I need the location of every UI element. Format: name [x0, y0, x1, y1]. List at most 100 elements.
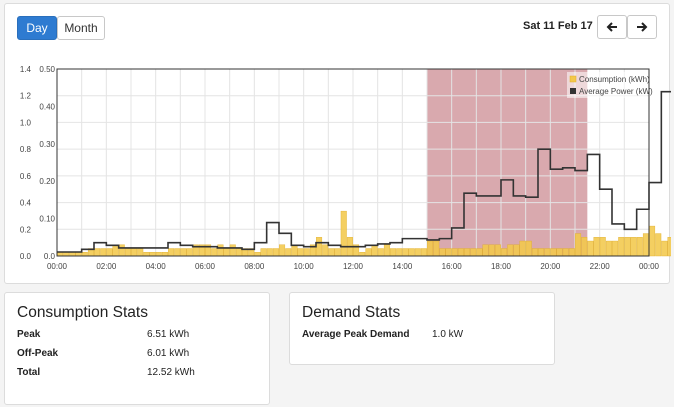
- consumption-bar: [229, 244, 236, 257]
- consumption-bar: [371, 244, 378, 257]
- stat-value: 12.52 kWh: [147, 367, 195, 378]
- consumption-bar: [396, 248, 403, 257]
- consumption-stats-title: Consumption Stats: [17, 304, 148, 321]
- consumption-bar: [507, 244, 514, 257]
- consumption-bar: [383, 244, 390, 257]
- consumption-bar: [408, 248, 415, 257]
- consumption-bar: [328, 248, 335, 257]
- x-tick-label: 20:00: [540, 262, 561, 271]
- legend-consumption-swatch: [569, 75, 577, 83]
- consumption-bar: [661, 240, 668, 257]
- consumption-bar: [494, 244, 501, 257]
- left-tick-label: 0.2: [20, 225, 32, 234]
- consumption-bar: [69, 252, 76, 257]
- consumption-bar: [322, 244, 329, 257]
- left-tick-label: 1.0: [20, 118, 32, 127]
- consumption-bar: [118, 244, 125, 257]
- x-tick-label: 04:00: [146, 262, 167, 271]
- consumption-bar: [365, 248, 372, 257]
- consumption-bar: [402, 248, 409, 257]
- consumption-power-chart: 00:00 02:00 04:00 06:00 08:00 10:00 12:00 14:00…: [20, 65, 671, 271]
- consumption-bar: [137, 248, 144, 257]
- left-tick-label: 0.0: [20, 252, 32, 261]
- consumption-bar: [525, 240, 532, 257]
- consumption-bar: [445, 248, 452, 257]
- consumption-bar: [57, 252, 64, 257]
- consumption-bar: [124, 248, 131, 257]
- consumption-bar: [470, 248, 477, 257]
- consumption-bar: [439, 248, 446, 257]
- consumption-bar: [501, 248, 508, 257]
- consumption-bar: [414, 248, 421, 257]
- consumption-bar: [451, 248, 458, 257]
- consumption-bar: [106, 248, 113, 257]
- consumption-bar: [599, 237, 606, 257]
- right-tick-label: 0.30: [39, 140, 55, 149]
- consumption-bar: [254, 252, 261, 257]
- right-tick-label: 0.20: [39, 177, 55, 186]
- consumption-bar: [155, 252, 162, 257]
- chart-legend: Consumption (kWh) Average Power (kW): [567, 72, 653, 98]
- legend-consumption-label: Consumption (kWh): [579, 75, 650, 84]
- consumption-bar: [377, 248, 384, 257]
- consumption-bar: [303, 248, 310, 257]
- consumption-bar: [359, 252, 366, 257]
- consumption-bar: [161, 252, 168, 257]
- consumption-bar: [174, 248, 181, 257]
- x-tick-label: 08:00: [244, 262, 265, 271]
- consumption-bar: [568, 248, 575, 257]
- consumption-bar: [266, 248, 273, 257]
- consumption-bar: [550, 248, 557, 257]
- x-tick-label: 16:00: [442, 262, 463, 271]
- left-tick-label: 0.4: [20, 199, 32, 208]
- consumption-bar: [649, 225, 656, 257]
- consumption-bar: [427, 240, 434, 257]
- legend-power-label: Average Power (kW): [579, 87, 653, 96]
- consumption-bar: [180, 248, 187, 257]
- consumption-bar: [636, 237, 643, 257]
- x-tick-label: 02:00: [96, 262, 117, 271]
- right-tick-label: 0.40: [39, 102, 55, 111]
- x-tick-label: 22:00: [590, 262, 611, 271]
- stat-value: 6.51 kWh: [147, 329, 190, 340]
- consumption-bar: [390, 248, 397, 257]
- consumption-bar: [593, 237, 600, 257]
- stat-label: Peak: [17, 329, 41, 340]
- consumption-bar: [334, 248, 341, 257]
- legend-power-swatch: [570, 88, 576, 94]
- consumption-bar: [519, 240, 526, 257]
- energy-chart-panel: Day Month Sat 11 Feb 17 00:00 02:00 04:00 0…: [4, 3, 671, 284]
- right-tick-label: 0.10: [39, 215, 55, 224]
- consumption-bar: [100, 248, 107, 257]
- stat-value: 1.0 kW: [432, 329, 464, 340]
- consumption-bar: [149, 252, 156, 257]
- consumption-bar: [223, 248, 230, 257]
- stat-value: 6.01 kWh: [147, 348, 190, 359]
- stat-label: Total: [17, 367, 41, 378]
- consumption-bar: [624, 237, 631, 257]
- right-tick-label: 0.0: [44, 252, 56, 261]
- stat-label: Off-Peak: [17, 348, 59, 359]
- consumption-bar: [168, 248, 175, 257]
- left-tick-label: 0.8: [20, 145, 32, 154]
- consumption-bar: [605, 240, 612, 257]
- consumption-bar: [285, 248, 292, 257]
- consumption-bar: [544, 248, 551, 257]
- consumption-bar: [94, 248, 101, 257]
- left-tick-label: 1.4: [20, 65, 32, 74]
- consumption-bar: [63, 252, 70, 257]
- x-tick-label: 00:00: [47, 262, 68, 271]
- left-tick-label: 1.2: [20, 92, 32, 101]
- consumption-bar: [655, 233, 662, 257]
- x-tick-label: 14:00: [392, 262, 413, 271]
- consumption-bar: [131, 248, 138, 257]
- consumption-bar: [217, 244, 224, 257]
- x-tick-label: 00:00: [639, 262, 660, 271]
- right-axis-tick-labels: 0.0 0.10 0.20 0.30 0.40 0.50: [39, 65, 55, 261]
- consumption-bar: [260, 248, 267, 257]
- consumption-bar: [562, 248, 569, 257]
- x-tick-label: 10:00: [294, 262, 315, 271]
- x-tick-label: 06:00: [195, 262, 216, 271]
- consumption-bar: [581, 237, 588, 257]
- consumption-bar: [75, 252, 82, 257]
